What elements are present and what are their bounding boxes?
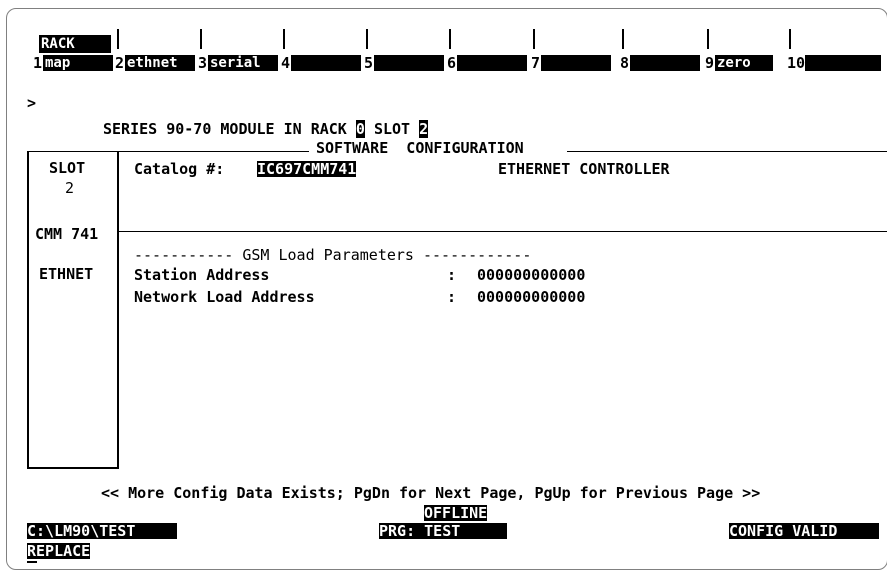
- fkey-7[interactable]: 7: [531, 27, 611, 71]
- catalog-label: Catalog #:: [134, 160, 225, 178]
- fkey-7-tick: [533, 29, 535, 49]
- fkey-4-number: 4: [281, 54, 291, 72]
- slot-number[interactable]: 2: [419, 120, 429, 138]
- fkey-2-ethnet[interactable]: 2 ethnet: [115, 27, 195, 71]
- header-text: SERIES 90-70 MODULE IN RACK: [103, 120, 347, 138]
- fkey-5[interactable]: 5: [364, 27, 444, 71]
- fkey-6-label: [457, 55, 527, 71]
- fkey-7-number: 7: [531, 54, 541, 72]
- slot-label: SLOT: [373, 120, 411, 138]
- fkey-6-number: 6: [447, 54, 457, 72]
- slot-panel-number: 2: [65, 179, 75, 197]
- rack-slot-header: SERIES 90-70 MODULE IN RACK 0 SLOT 2: [103, 120, 429, 138]
- fkey-1-map[interactable]: RACK 1 map: [33, 27, 113, 71]
- fkey-3-tick: [200, 29, 202, 49]
- fkey-9-tick: [707, 29, 709, 49]
- fkey-10-tick: [789, 29, 791, 49]
- more-config-message: << More Config Data Exists; PgDn for Nex…: [101, 484, 761, 502]
- edit-mode-indicator: REPLACE: [27, 542, 91, 560]
- mode-indicator: OFFLINE: [424, 504, 488, 522]
- fkey-6-tick: [449, 29, 451, 49]
- fkey-8-label: [630, 55, 700, 71]
- fkey-2-number: 2: [115, 54, 125, 72]
- network-load-address-label: Network Load Address: [134, 288, 315, 306]
- section-rule-right: [567, 151, 887, 152]
- catalog-description: ETHERNET CONTROLLER: [498, 160, 670, 178]
- fkey-10[interactable]: 10: [787, 27, 887, 71]
- fkey-8-number: 8: [620, 54, 630, 72]
- network-load-address-separator: :: [447, 288, 457, 306]
- fkey-5-number: 5: [364, 54, 374, 72]
- fkey-5-tick: [366, 29, 368, 49]
- fkey-9-number: 9: [705, 54, 715, 72]
- section-rule-left: [119, 151, 309, 152]
- slot-panel: SLOT 2 CMM 741 ETHNET: [27, 151, 119, 469]
- fkey-7-label: [541, 55, 611, 71]
- fkey-8[interactable]: 8: [620, 27, 700, 71]
- fkey-4[interactable]: 4: [281, 27, 361, 71]
- rack-number[interactable]: 0: [355, 120, 365, 138]
- section-title: SOFTWARE CONFIGURATION: [316, 139, 524, 157]
- fkey-10-number: 10: [787, 54, 806, 72]
- fkey-6[interactable]: 6: [447, 27, 527, 71]
- fkey-4-tick: [283, 29, 285, 49]
- fkey-9-zero[interactable]: 9 zero: [705, 27, 785, 71]
- fkey-10-label: [805, 55, 881, 71]
- slot-panel-type: ETHNET: [39, 265, 94, 283]
- catalog-number-field[interactable]: IC697CMM741: [257, 161, 357, 177]
- slot-panel-title: SLOT: [49, 159, 86, 177]
- fkey-3-number: 3: [198, 54, 208, 72]
- station-address-separator: :: [447, 266, 457, 284]
- station-address-label: Station Address: [134, 266, 270, 284]
- gsm-section-title: ----------- GSM Load Parameters --------…: [134, 246, 532, 264]
- fkey-3-label: serial: [208, 55, 278, 71]
- program-indicator: PRG: TEST: [379, 523, 507, 539]
- fkey-4-label: [291, 55, 361, 71]
- fkey-2-tick: [117, 29, 119, 49]
- fkey-5-label: [374, 55, 444, 71]
- text-cursor: [27, 561, 37, 563]
- fkey-8-tick: [622, 29, 624, 49]
- command-prompt[interactable]: >: [27, 95, 36, 111]
- config-status-indicator: CONFIG VALID: [729, 523, 879, 539]
- station-address-value[interactable]: 000000000000: [477, 267, 585, 283]
- fkey-1-number: 1: [33, 54, 43, 72]
- terminal-screen: RACK 1 map 2 ethnet 3 serial 4 5 6 7 8 9…: [6, 8, 887, 570]
- fkey-2-label: ethnet: [125, 55, 195, 71]
- fkey-1-label: map: [43, 55, 113, 71]
- fkey-3-serial[interactable]: 3 serial: [198, 27, 278, 71]
- network-load-address-value[interactable]: 000000000000: [477, 289, 585, 305]
- slot-panel-module: CMM 741: [35, 225, 99, 243]
- fkey-1-upper-label: RACK: [39, 35, 111, 53]
- path-indicator: C:\LM90\TEST: [27, 523, 177, 539]
- detail-separator: [119, 231, 887, 232]
- fkey-9-label: zero: [715, 55, 773, 71]
